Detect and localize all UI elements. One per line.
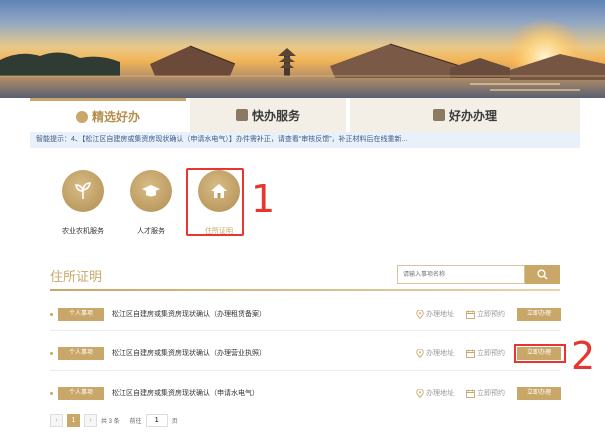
- category-badge: 个人事项: [58, 308, 104, 321]
- address-label: 办理地址: [426, 311, 454, 318]
- total-count: 共 3 条: [101, 418, 120, 425]
- location-pin-icon: [416, 348, 424, 358]
- location-pin-icon: [416, 388, 424, 398]
- tab-fast-service[interactable]: 快办服务: [190, 98, 346, 132]
- tab-label: 精选好办: [91, 110, 140, 124]
- category-list: 农业农机服务 人才服务 住所证明: [40, 158, 580, 248]
- calendar-icon: [466, 310, 475, 319]
- address-label: 办理地址: [426, 350, 454, 357]
- highlight-box: [186, 168, 244, 236]
- page-unit-label: 页: [171, 418, 178, 425]
- handle-now-button[interactable]: 立即办理: [517, 308, 561, 321]
- hero-banner: [0, 0, 605, 98]
- search-bar: [397, 265, 560, 284]
- section-divider: [50, 289, 560, 291]
- goto-label: 前往: [129, 418, 142, 425]
- prev-page-button[interactable]: ‹: [50, 413, 63, 427]
- category-label: 人才服务: [137, 228, 165, 235]
- list-item: 个人事项 松江区自建房或集资房现状确认（办理租赁备案） 办理地址 立即预约 立即…: [50, 307, 562, 323]
- tab-good-handling[interactable]: 好办办理: [350, 98, 580, 132]
- calendar-icon: [466, 389, 475, 398]
- address-label: 办理地址: [426, 390, 454, 397]
- flower-icon: [75, 110, 88, 123]
- document-icon: [235, 109, 248, 121]
- highlight-box: [514, 344, 566, 363]
- category-badge: 个人事项: [58, 387, 104, 400]
- appointment-link[interactable]: 立即预约: [466, 348, 505, 358]
- appointment-label: 立即预约: [477, 311, 505, 318]
- appointment-label: 立即预约: [477, 350, 505, 357]
- pagination: ‹ 1 › 共 3 条 前往 页: [50, 413, 178, 427]
- service-tabs: 精选好办 快办服务 好办办理: [30, 98, 580, 132]
- appointment-label: 立即预约: [477, 390, 505, 397]
- address-link[interactable]: 办理地址: [416, 388, 454, 398]
- list-item: 个人事项 松江区自建房或集资房现状确认（申请水电气） 办理地址 立即预约 立即办…: [50, 386, 562, 402]
- category-talent[interactable]: 人才服务: [116, 170, 186, 236]
- document-icon: [432, 109, 445, 121]
- address-link[interactable]: 办理地址: [416, 309, 454, 319]
- handle-now-button[interactable]: 立即办理: [517, 387, 561, 400]
- category-agriculture[interactable]: 农业农机服务: [48, 170, 118, 236]
- search-button[interactable]: [525, 265, 560, 284]
- landscape-illustration: [0, 18, 605, 98]
- category-label: 农业农机服务: [62, 228, 104, 235]
- search-input[interactable]: [397, 265, 525, 284]
- goto-page-input[interactable]: [145, 413, 168, 427]
- row-divider: [50, 370, 560, 371]
- tab-label: 快办服务: [251, 108, 300, 123]
- bullet-dot: [50, 352, 53, 355]
- annotation-number: 2: [571, 334, 596, 378]
- graduation-cap-icon: [130, 170, 172, 212]
- row-divider: [50, 330, 560, 331]
- list-item: 个人事项 松江区自建房或集资房现状确认（办理营业执照） 办理地址 立即预约 立即…: [50, 346, 562, 362]
- tab-label: 好办办理: [448, 108, 497, 123]
- next-page-button[interactable]: ›: [84, 413, 97, 427]
- appointment-link[interactable]: 立即预约: [466, 388, 505, 398]
- item-title-link[interactable]: 松江区自建房或集资房现状确认（办理营业执照）: [112, 348, 266, 358]
- address-link[interactable]: 办理地址: [416, 348, 454, 358]
- appointment-link[interactable]: 立即预约: [466, 309, 505, 319]
- bullet-dot: [50, 392, 53, 395]
- smart-notice[interactable]: 智能提示：4、【松江区自建房或集资房现状确认（申请水电气）】办件需补正，请查看“…: [30, 132, 580, 148]
- sprout-icon: [62, 170, 104, 212]
- category-badge: 个人事项: [58, 347, 104, 360]
- bullet-dot: [50, 313, 53, 316]
- annotation-number: 1: [251, 177, 276, 221]
- search-icon: [537, 269, 548, 280]
- item-title-link[interactable]: 松江区自建房或集资房现状确认（申请水电气）: [112, 388, 259, 398]
- calendar-icon: [466, 349, 475, 358]
- location-pin-icon: [416, 309, 424, 319]
- tab-featured[interactable]: 精选好办: [30, 98, 186, 132]
- page-number-current[interactable]: 1: [67, 413, 80, 427]
- item-title-link[interactable]: 松江区自建房或集资房现状确认（办理租赁备案）: [112, 309, 266, 319]
- section-title: 住所证明: [50, 269, 103, 284]
